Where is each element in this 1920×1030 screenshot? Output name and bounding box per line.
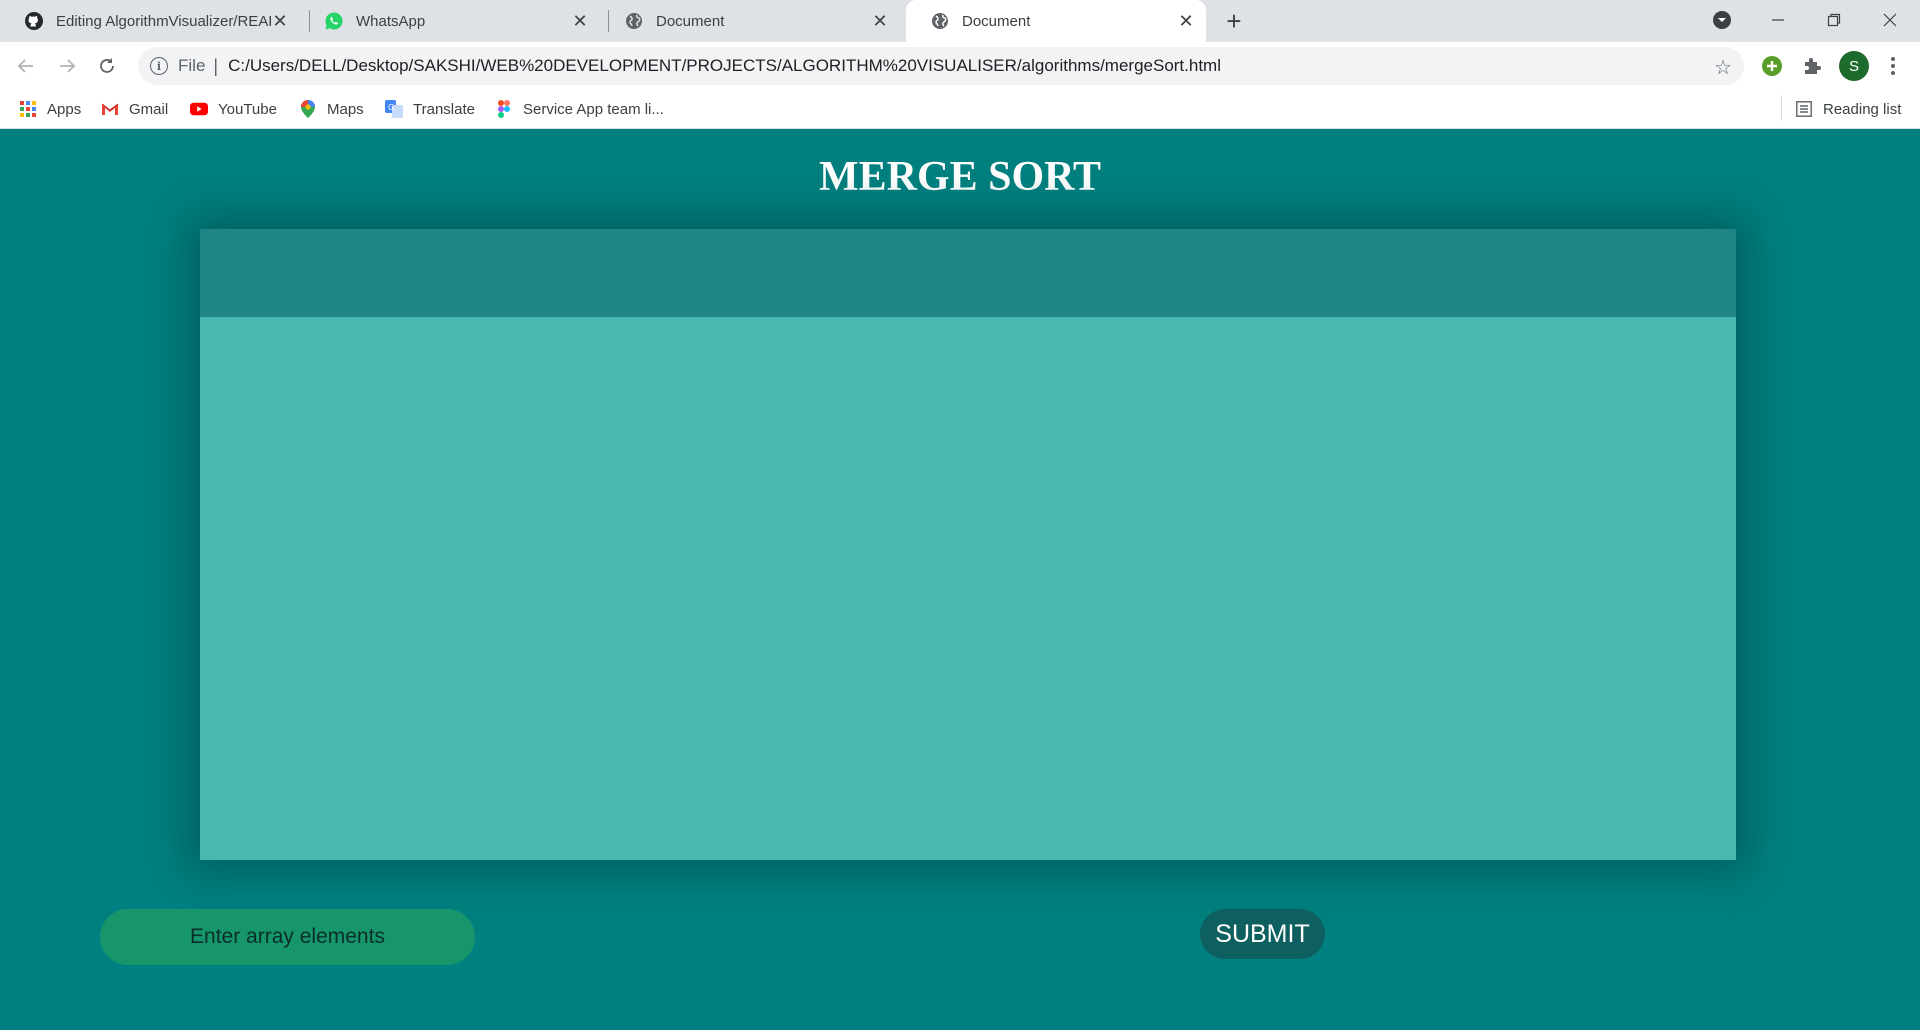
tab-github[interactable]: Editing AlgorithmVisualizer/README.md ✕ bbox=[0, 0, 300, 42]
restore-button[interactable] bbox=[1814, 6, 1854, 34]
whatsapp-icon bbox=[324, 11, 344, 31]
tab-title: Document bbox=[962, 12, 1031, 30]
avatar[interactable]: S bbox=[1839, 51, 1869, 81]
tab-document-active[interactable]: Document ✕ bbox=[906, 0, 1206, 42]
bookmark-maps[interactable]: Maps bbox=[299, 99, 364, 119]
visualization-header bbox=[200, 229, 1736, 317]
figma-icon bbox=[495, 100, 513, 118]
bookmark-translate[interactable]: G Translate bbox=[385, 99, 475, 119]
minimize-icon bbox=[1772, 19, 1784, 21]
globe-icon bbox=[930, 11, 950, 31]
tab-strip: Editing AlgorithmVisualizer/README.md ✕ … bbox=[0, 0, 1920, 42]
more-vertical-icon bbox=[1891, 57, 1895, 75]
address-bar[interactable]: i File | C:/Users/DELL/Desktop/SAKSHI/WE… bbox=[138, 47, 1744, 85]
bookmark-label: Service App team li... bbox=[523, 100, 664, 118]
close-icon[interactable]: ✕ bbox=[870, 11, 890, 31]
svg-text:G: G bbox=[388, 103, 394, 112]
bookmark-service-app[interactable]: Service App team li... bbox=[495, 99, 664, 119]
arrow-left-icon bbox=[17, 59, 33, 73]
tab-title: Editing AlgorithmVisualizer/README.md bbox=[56, 12, 271, 30]
visualization-panel bbox=[200, 229, 1736, 860]
new-tab-button[interactable]: + bbox=[1222, 8, 1246, 34]
browser-toolbar: i File | C:/Users/DELL/Desktop/SAKSHI/WE… bbox=[0, 42, 1920, 89]
bookmark-gmail[interactable]: Gmail bbox=[101, 99, 168, 119]
tab-whatsapp[interactable]: WhatsApp ✕ bbox=[300, 0, 600, 42]
page-title: MERGE SORT bbox=[818, 154, 1102, 200]
reload-button[interactable] bbox=[93, 52, 121, 80]
profile-initial: S bbox=[1848, 57, 1859, 75]
bookmarks-bar: Apps Gmail YouTube Maps G Translate Serv… bbox=[0, 89, 1920, 129]
close-icon[interactable]: ✕ bbox=[270, 11, 290, 31]
minimize-button[interactable] bbox=[1758, 6, 1798, 34]
tab-title: Document bbox=[656, 12, 725, 30]
extensions-button[interactable] bbox=[1799, 53, 1825, 79]
close-window-button[interactable] bbox=[1870, 6, 1910, 34]
globe-icon bbox=[624, 11, 644, 31]
menu-button[interactable] bbox=[1880, 53, 1906, 79]
gmail-icon bbox=[101, 100, 119, 118]
reading-list-button[interactable]: Reading list bbox=[1795, 99, 1901, 119]
tab-document-1[interactable]: Document ✕ bbox=[600, 0, 900, 42]
bookmark-label: Translate bbox=[413, 100, 475, 118]
apps-grid-icon bbox=[19, 100, 37, 118]
bookmarks-divider bbox=[1781, 95, 1782, 121]
bookmark-label: YouTube bbox=[218, 100, 277, 118]
puzzle-icon bbox=[1805, 58, 1821, 74]
page-content: MERGE SORT SUBMIT bbox=[0, 129, 1920, 1030]
submit-button[interactable]: SUBMIT bbox=[1200, 909, 1325, 959]
restore-icon bbox=[1827, 13, 1841, 27]
reading-list-label: Reading list bbox=[1823, 100, 1902, 118]
forward-button[interactable] bbox=[53, 52, 81, 80]
url-text[interactable]: C:/Users/DELL/Desktop/SAKSHI/WEB%20DEVEL… bbox=[228, 56, 1221, 76]
array-input[interactable] bbox=[100, 909, 475, 965]
bookmark-label: Gmail bbox=[129, 100, 169, 118]
reload-icon bbox=[100, 58, 114, 73]
bookmark-apps[interactable]: Apps bbox=[19, 99, 81, 119]
arrow-right-icon bbox=[60, 59, 76, 73]
back-button[interactable] bbox=[12, 52, 40, 80]
youtube-icon bbox=[190, 100, 208, 118]
maps-icon bbox=[299, 100, 317, 118]
chevron-down-icon bbox=[1713, 11, 1731, 29]
close-icon bbox=[1883, 13, 1897, 27]
plus-circle-icon bbox=[1762, 56, 1782, 76]
bookmark-youtube[interactable]: YouTube bbox=[190, 99, 277, 119]
reading-list-icon bbox=[1795, 100, 1813, 118]
close-icon[interactable]: ✕ bbox=[570, 11, 590, 31]
bookmark-label: Apps bbox=[47, 100, 82, 118]
github-icon bbox=[24, 11, 44, 31]
close-icon[interactable]: ✕ bbox=[1176, 11, 1196, 31]
tab-search-button[interactable] bbox=[1702, 6, 1742, 34]
star-icon[interactable]: ☆ bbox=[1714, 55, 1732, 80]
tab-title: WhatsApp bbox=[356, 12, 426, 30]
bookmark-label: Maps bbox=[327, 100, 364, 118]
info-icon[interactable]: i bbox=[150, 57, 168, 75]
address-divider: | bbox=[213, 55, 219, 76]
scheme-label: File bbox=[178, 56, 206, 75]
extension-plus-button[interactable] bbox=[1759, 53, 1785, 79]
translate-icon: G bbox=[385, 100, 403, 118]
